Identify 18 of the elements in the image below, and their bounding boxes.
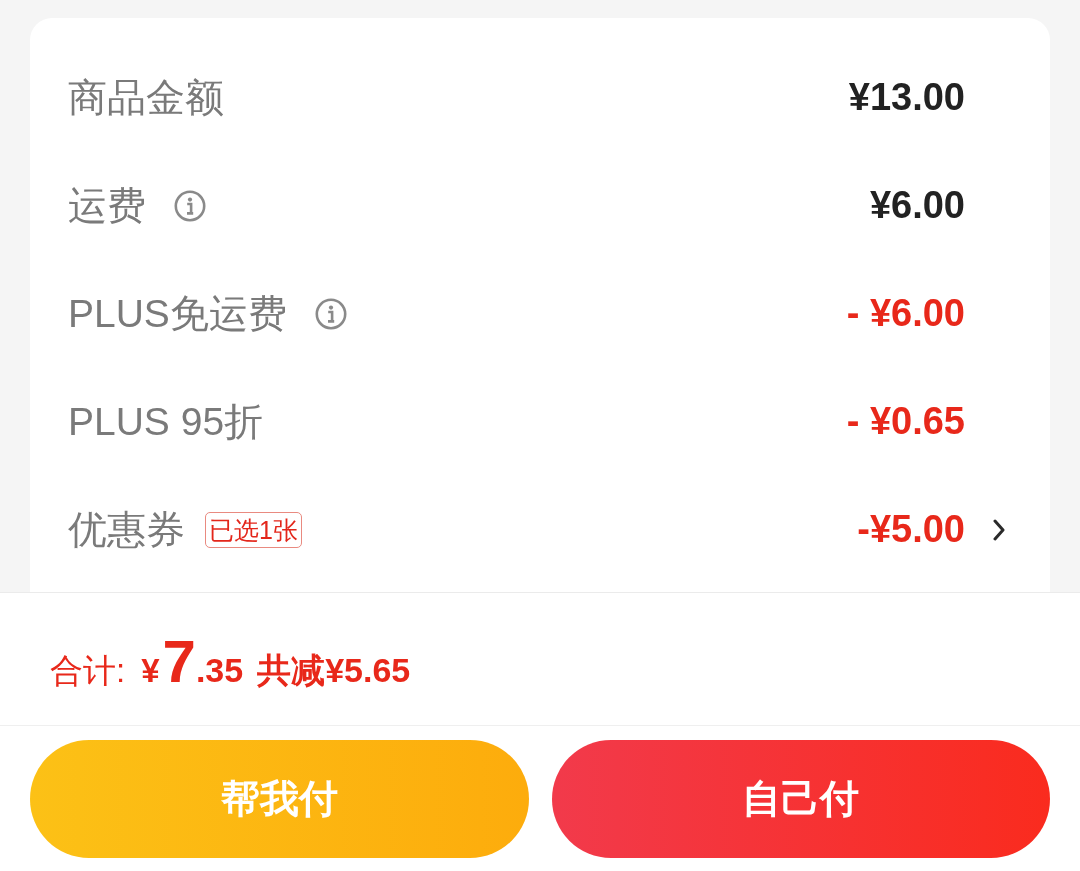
fee-label: 商品金额 bbox=[68, 74, 224, 121]
fee-label: PLUS 95折 bbox=[68, 398, 264, 445]
fee-amount: - ¥0.65 bbox=[846, 399, 965, 445]
fee-amount: ¥6.00 bbox=[869, 183, 965, 229]
info-icon[interactable] bbox=[174, 190, 206, 222]
fee-label: 运费 bbox=[68, 182, 146, 229]
fee-amount: - ¥6.00 bbox=[846, 291, 965, 337]
fee-amount: -¥5.00 bbox=[857, 507, 965, 553]
total-price: ¥7.35 bbox=[141, 627, 244, 696]
fee-label: PLUS免运费 bbox=[68, 290, 287, 337]
info-icon[interactable] bbox=[314, 298, 347, 330]
total-label: 合计: bbox=[50, 651, 126, 691]
fee-label: 优惠券 bbox=[68, 506, 185, 553]
pay-button[interactable]: 自己付 bbox=[551, 740, 1050, 858]
fee-amount: ¥13.00 bbox=[848, 75, 965, 121]
coupon-tag: 已选1张 bbox=[205, 512, 302, 548]
saving-amount: 共减¥5.65 bbox=[257, 650, 411, 691]
chevron-right-icon[interactable] bbox=[993, 519, 1005, 541]
